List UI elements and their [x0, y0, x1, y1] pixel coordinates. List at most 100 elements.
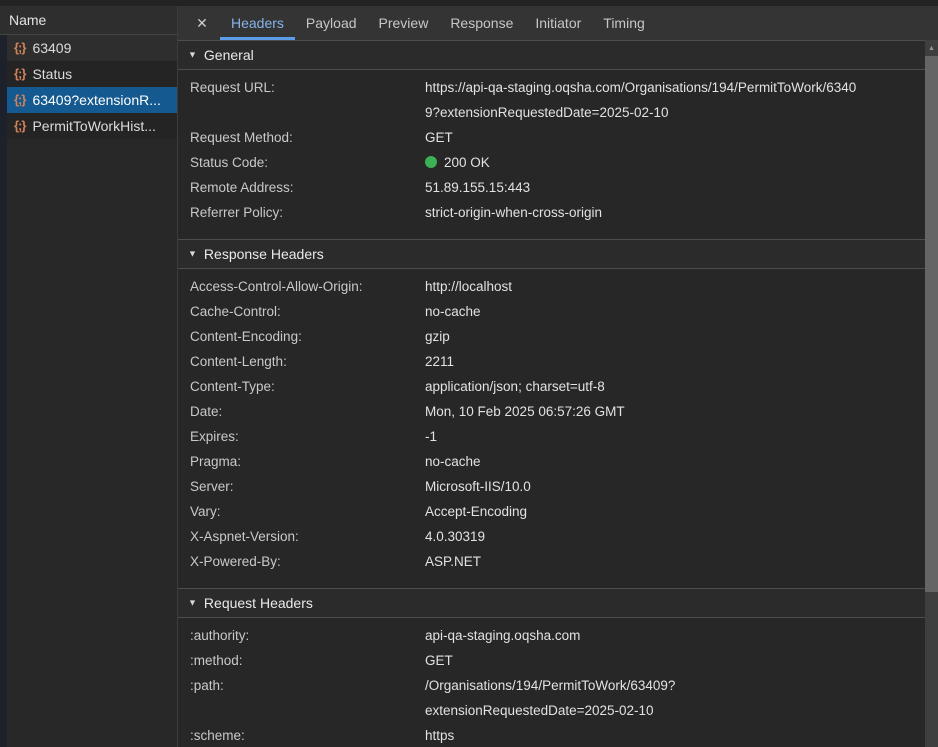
- section-header-response-headers[interactable]: ▼ Response Headers: [178, 239, 925, 269]
- request-list-item[interactable]: {;} Status: [7, 61, 177, 87]
- header-value: application/json; charset=utf-8: [425, 374, 925, 399]
- header-row: Content-Encoding:gzip: [178, 324, 925, 349]
- header-row: Date:Mon, 10 Feb 2025 06:57:26 GMT: [178, 399, 925, 424]
- section-title: Request Headers: [204, 595, 313, 611]
- header-value: api-qa-staging.oqsha.com: [425, 623, 925, 648]
- header-key: Cache-Control:: [190, 299, 425, 324]
- tab-timing[interactable]: Timing: [592, 6, 656, 40]
- tab-initiator[interactable]: Initiator: [524, 6, 592, 40]
- details-tab-bar: ✕ HeadersPayloadPreviewResponseInitiator…: [178, 6, 938, 40]
- header-row: Vary:Accept-Encoding: [178, 499, 925, 524]
- header-value: Accept-Encoding: [425, 499, 925, 524]
- scroll-up-icon[interactable]: ▲: [925, 40, 938, 56]
- section-body: :authority:api-qa-staging.oqsha.com:meth…: [178, 618, 925, 747]
- vertical-scrollbar[interactable]: ▲: [925, 40, 938, 747]
- header-row: Referrer Policy:strict-origin-when-cross…: [178, 200, 925, 225]
- header-row: Content-Length:2211: [178, 349, 925, 374]
- header-value: https: [425, 723, 925, 747]
- json-braces-icon: {;}: [14, 118, 25, 133]
- header-row: Content-Type:application/json; charset=u…: [178, 374, 925, 399]
- section-header-request-headers[interactable]: ▼ Request Headers: [178, 588, 925, 618]
- header-value: /Organisations/194/PermitToWork/63409? e…: [425, 673, 925, 723]
- name-column-header[interactable]: Name: [0, 6, 177, 35]
- header-key: Status Code:: [190, 150, 425, 175]
- header-key: X-Aspnet-Version:: [190, 524, 425, 549]
- header-value: ASP.NET: [425, 549, 925, 574]
- header-row: :method:GET: [178, 648, 925, 673]
- headers-content: ▼ General Request URL:https://api-qa-stagi…: [178, 40, 925, 747]
- header-value: 2211: [425, 349, 925, 374]
- close-icon[interactable]: ✕: [184, 6, 220, 40]
- disclosure-triangle-icon: ▼: [188, 249, 197, 259]
- header-key: X-Powered-By:: [190, 549, 425, 574]
- tab-response[interactable]: Response: [439, 6, 524, 40]
- status-green-dot-icon: [425, 156, 437, 168]
- header-row: :scheme:https: [178, 723, 925, 747]
- header-value: Mon, 10 Feb 2025 06:57:26 GMT: [425, 399, 925, 424]
- header-row: :path:/Organisations/194/PermitToWork/63…: [178, 673, 925, 723]
- json-braces-icon: {;}: [14, 92, 25, 107]
- header-key: Vary:: [190, 499, 425, 524]
- network-request-sidebar: Name {;} 63409 {;} Status {;} 63409?extension…: [0, 6, 177, 747]
- header-row: Cache-Control:no-cache: [178, 299, 925, 324]
- header-row: Expires:-1: [178, 424, 925, 449]
- header-value: GET: [425, 648, 925, 673]
- header-value: -1: [425, 424, 925, 449]
- disclosure-triangle-icon: ▼: [188, 598, 197, 608]
- section-body: Access-Control-Allow-Origin:http://local…: [178, 269, 925, 588]
- request-list: {;}63409{;}Status{;}63409?extensionR...{…: [7, 35, 177, 139]
- header-key: :scheme:: [190, 723, 425, 747]
- request-list-item[interactable]: {;} 63409?extensionR...: [7, 87, 177, 113]
- tab-preview[interactable]: Preview: [368, 6, 440, 40]
- header-key: Pragma:: [190, 449, 425, 474]
- header-row: :authority:api-qa-staging.oqsha.com: [178, 623, 925, 648]
- header-value: https://api-qa-staging.oqsha.com/Organis…: [425, 75, 925, 125]
- sidebar-left-gutter: [0, 35, 7, 747]
- header-row: Status Code:200 OK: [178, 150, 925, 175]
- header-value: 200 OK: [425, 150, 925, 175]
- header-key: Content-Length:: [190, 349, 425, 374]
- header-key: Expires:: [190, 424, 425, 449]
- header-row: Access-Control-Allow-Origin:http://local…: [178, 274, 925, 299]
- header-value: strict-origin-when-cross-origin: [425, 200, 925, 225]
- header-value: 51.89.155.15:443: [425, 175, 925, 200]
- header-row: X-Aspnet-Version:4.0.30319: [178, 524, 925, 549]
- scrollbar-thumb[interactable]: [925, 56, 938, 592]
- header-value: http://localhost: [425, 274, 925, 299]
- header-key: Content-Type:: [190, 374, 425, 399]
- request-list-item[interactable]: {;} 63409: [7, 35, 177, 61]
- request-name-label: PermitToWorkHist...: [32, 118, 155, 134]
- header-key: Server:: [190, 474, 425, 499]
- disclosure-triangle-icon: ▼: [188, 50, 197, 60]
- request-list-item[interactable]: {;} PermitToWorkHist...: [7, 113, 177, 139]
- header-key: Date:: [190, 399, 425, 424]
- header-key: Request Method:: [190, 125, 425, 150]
- header-row: Server:Microsoft-IIS/10.0: [178, 474, 925, 499]
- header-key: Access-Control-Allow-Origin:: [190, 274, 425, 299]
- json-braces-icon: {;}: [14, 40, 25, 55]
- tab-payload[interactable]: Payload: [295, 6, 368, 40]
- header-row: Pragma:no-cache: [178, 449, 925, 474]
- header-key: :authority:: [190, 623, 425, 648]
- header-row: X-Powered-By:ASP.NET: [178, 549, 925, 574]
- request-name-label: 63409?extensionR...: [32, 92, 160, 108]
- header-value: no-cache: [425, 449, 925, 474]
- section-header-general[interactable]: ▼ General: [178, 40, 925, 70]
- request-details-panel: ✕ HeadersPayloadPreviewResponseInitiator…: [178, 6, 938, 747]
- header-value: Microsoft-IIS/10.0: [425, 474, 925, 499]
- header-row: Remote Address:51.89.155.15:443: [178, 175, 925, 200]
- json-braces-icon: {;}: [14, 66, 25, 81]
- header-row: Request Method:GET: [178, 125, 925, 150]
- header-key: Remote Address:: [190, 175, 425, 200]
- header-value: GET: [425, 125, 925, 150]
- header-row: Request URL:https://api-qa-staging.oqsha…: [178, 75, 925, 125]
- section-body: Request URL:https://api-qa-staging.oqsha…: [178, 70, 925, 239]
- tab-headers[interactable]: Headers: [220, 6, 295, 40]
- section-title: General: [204, 47, 254, 63]
- request-name-label: 63409: [32, 40, 71, 56]
- section-title: Response Headers: [204, 246, 324, 262]
- header-key: Content-Encoding:: [190, 324, 425, 349]
- header-key: Request URL:: [190, 75, 425, 125]
- request-name-label: Status: [32, 66, 72, 82]
- header-value: no-cache: [425, 299, 925, 324]
